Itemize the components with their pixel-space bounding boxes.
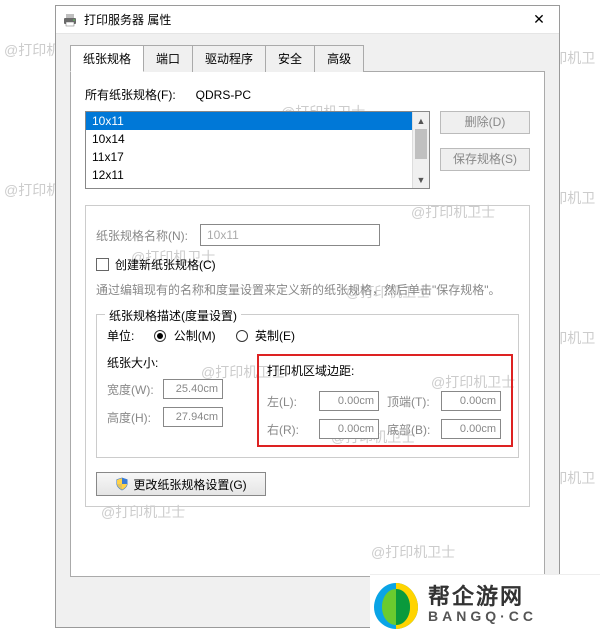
brand-sub: BANGQ·CC <box>428 609 537 624</box>
height-label: 高度(H): <box>107 409 157 426</box>
radio-metric-icon <box>154 330 166 342</box>
list-item[interactable]: 12x11 <box>86 166 412 184</box>
listbox-scrollbar[interactable]: ▲ ▼ <box>412 112 429 188</box>
titlebar: 打印服务器 属性 ✕ <box>56 6 559 34</box>
printer-icon <box>62 12 78 28</box>
margin-left-label: 左(L): <box>267 393 313 410</box>
margin-left-input[interactable]: 0.00cm <box>319 391 379 411</box>
desc-group-title: 纸张规格描述(度量设置) <box>105 307 241 324</box>
radio-metric[interactable]: 公制(M) <box>154 327 215 344</box>
brand-logo-icon <box>370 579 422 631</box>
dialog-print-server-properties: 打印服务器 属性 ✕ 纸张规格 端口 驱动程序 安全 高级 @打印机卫士 @打印… <box>55 5 560 628</box>
server-name: QDRS-PC <box>196 88 251 102</box>
radio-english[interactable]: 英制(E) <box>236 327 295 344</box>
margin-top-input[interactable]: 0.00cm <box>441 391 501 411</box>
shield-icon <box>115 477 129 491</box>
tab-paper-forms[interactable]: 纸张规格 <box>70 45 144 72</box>
tab-strip: 纸张规格 端口 驱动程序 安全 高级 <box>70 44 545 72</box>
margin-bottom-label: 底部(B): <box>387 421 435 438</box>
create-hint: 通过编辑现有的名称和度量设置来定义新的纸张规格，然后单击"保存规格"。 <box>96 281 519 300</box>
brand-name: 帮企游网 <box>428 585 537 609</box>
save-form-button[interactable]: 保存规格(S) <box>440 148 530 171</box>
radio-english-label: 英制(E) <box>255 329 295 343</box>
watermark: @打印机卫士 <box>371 542 455 562</box>
margin-top-label: 顶端(T): <box>387 393 435 410</box>
tab-advanced[interactable]: 高级 <box>314 45 364 72</box>
paper-size-label: 纸张大小: <box>107 354 229 371</box>
unit-label: 单位: <box>107 327 134 344</box>
tab-drivers[interactable]: 驱动程序 <box>192 45 266 72</box>
close-button[interactable]: ✕ <box>519 6 559 34</box>
margin-bottom-input[interactable]: 0.00cm <box>441 419 501 439</box>
margin-right-input[interactable]: 0.00cm <box>319 419 379 439</box>
all-forms-label: 所有纸张规格(F): <box>85 86 176 103</box>
scroll-thumb[interactable] <box>415 129 427 159</box>
client-area: 纸张规格 端口 驱动程序 安全 高级 @打印机卫士 @打印机卫士 @打印机卫士 … <box>56 34 559 627</box>
scroll-down-icon[interactable]: ▼ <box>413 171 429 188</box>
radio-english-icon <box>236 330 248 342</box>
forms-listbox[interactable]: 10x11 10x14 11x17 12x11 ▲ ▼ <box>85 111 430 189</box>
tab-body: @打印机卫士 @打印机卫士 @打印机卫士 @打印机卫士 @打印机卫士 @打印机卫… <box>70 72 545 577</box>
dialog-title: 打印服务器 属性 <box>84 11 519 28</box>
change-form-settings-button[interactable]: 更改纸张规格设置(G) <box>96 472 266 496</box>
width-input[interactable]: 25.40cm <box>163 379 223 399</box>
list-item[interactable]: 11x17 <box>86 148 412 166</box>
form-name-label: 纸张规格名称(N): <box>96 227 188 244</box>
list-item[interactable]: 10x11 <box>86 112 412 130</box>
tab-ports[interactable]: 端口 <box>143 45 193 72</box>
create-new-form-label: 创建新纸张规格(C) <box>115 256 216 273</box>
radio-metric-label: 公制(M) <box>174 329 216 343</box>
height-input[interactable]: 27.94cm <box>163 407 223 427</box>
printer-area-label: 打印机区域边距: <box>267 362 503 379</box>
margin-right-label: 右(R): <box>267 421 313 438</box>
width-label: 宽度(W): <box>107 381 157 398</box>
tab-security[interactable]: 安全 <box>265 45 315 72</box>
scroll-up-icon[interactable]: ▲ <box>413 112 429 129</box>
change-form-settings-label: 更改纸张规格设置(G) <box>133 476 246 493</box>
brand-badge: 帮企游网 BANGQ·CC <box>370 574 600 634</box>
delete-button[interactable]: 删除(D) <box>440 111 530 134</box>
printer-area-highlight: 打印机区域边距: 左(L): 0.00cm 顶端(T): 0.00cm 右(R)… <box>257 354 513 447</box>
list-item[interactable]: 10x14 <box>86 130 412 148</box>
create-new-form-checkbox[interactable] <box>96 258 109 271</box>
form-name-input[interactable]: 10x11 <box>200 224 380 246</box>
